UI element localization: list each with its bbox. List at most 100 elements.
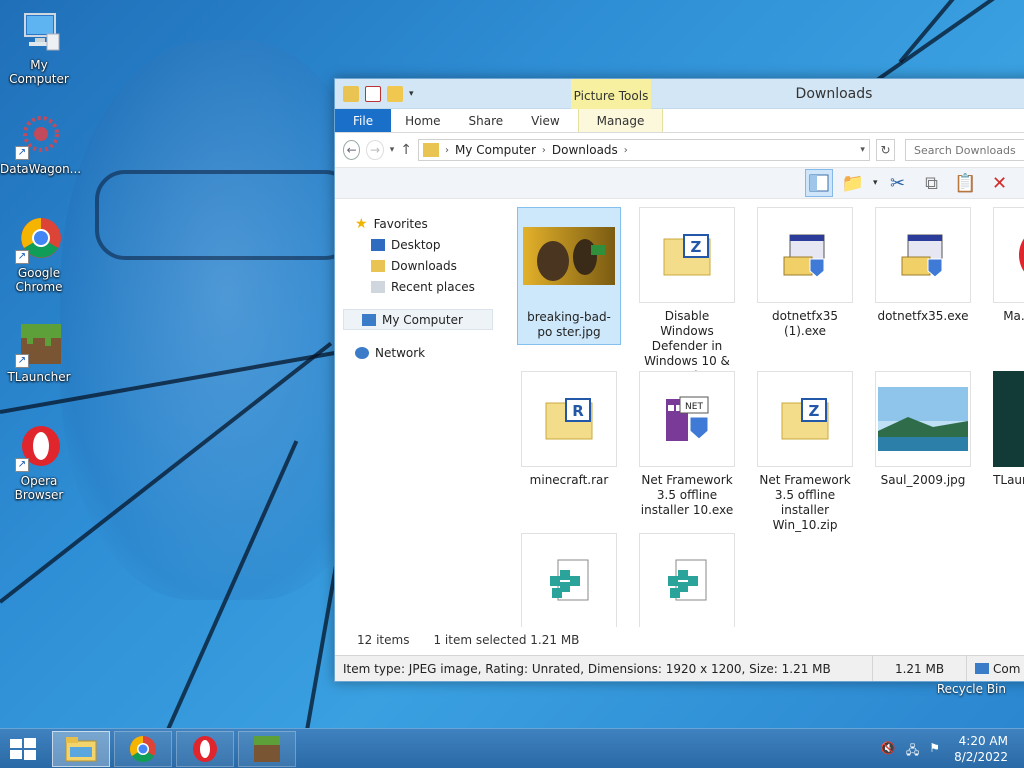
tab-view[interactable]: View: [517, 109, 573, 132]
copy-icon[interactable]: ⧉: [918, 169, 946, 197]
nav-desktop[interactable]: Desktop: [335, 234, 501, 255]
desktop-icon-label: My Computer: [9, 58, 69, 86]
status-bar-details: Item type: JPEG image, Rating: Unrated, …: [335, 655, 1024, 681]
file-item[interactable]: dotnetfx35 (1).exe: [753, 207, 857, 343]
file-name: dotnetfx35 (1).exe: [772, 309, 838, 338]
desktop-icon-my-computer[interactable]: My Computer: [0, 8, 78, 86]
breadcrumb-downloads[interactable]: Downloads: [552, 143, 618, 157]
file-explorer-icon: [65, 737, 97, 762]
move-to-icon[interactable]: 📁: [839, 169, 867, 197]
file-name: TLaun... nstall...: [993, 473, 1024, 487]
start-button[interactable]: [8, 737, 38, 761]
ribbon-tabs: File Home Share View Manage: [335, 109, 1024, 133]
zip-icon: Z: [639, 207, 735, 303]
breadcrumb-my-computer[interactable]: My Computer: [455, 143, 536, 157]
file-item[interactable]: Z Disable Windows Defender in Windows 10…: [635, 207, 739, 388]
address-row: ← → ▾ ↑ › My Computer › Downloads › ▾ ↻: [335, 133, 1024, 167]
shortcut-arrow-icon: ↗: [15, 354, 29, 368]
file-item[interactable]: T TLaun... nstall...: [989, 371, 1024, 492]
up-arrow-icon[interactable]: ↑: [400, 142, 412, 158]
nav-downloads[interactable]: Downloads: [335, 255, 501, 276]
forward-button[interactable]: →: [366, 140, 384, 160]
content-area: ★ Favorites Desktop Downloads Recent pla…: [335, 201, 1024, 627]
nav-recent-places[interactable]: Recent places: [335, 276, 501, 297]
tlauncher-installer-icon: T: [993, 371, 1024, 467]
network-icon[interactable]: 🖧: [906, 741, 919, 762]
desktop-icon-tlauncher[interactable]: ↗ TLauncher: [0, 320, 78, 384]
search-input[interactable]: [905, 139, 1024, 161]
cut-icon[interactable]: ✂: [884, 169, 912, 197]
tab-home[interactable]: Home: [391, 109, 454, 132]
breadcrumb-separator: ›: [623, 144, 628, 156]
action-center-icon[interactable]: ⚑: [929, 741, 940, 762]
shortcut-arrow-icon: ↗: [15, 250, 29, 264]
selection-summary: 1 item selected 1.21 MB: [433, 633, 580, 647]
tab-manage[interactable]: Manage: [577, 109, 664, 132]
taskbar-opera[interactable]: [176, 731, 234, 767]
file-item[interactable]: [635, 533, 739, 627]
item-details: Item type: JPEG image, Rating: Unrated, …: [335, 656, 873, 681]
computer-icon: [975, 663, 989, 674]
star-icon: ★: [355, 215, 368, 232]
title-bar[interactable]: ▾ Picture Tools Downloads: [335, 79, 1024, 111]
file-item[interactable]: Saul_2009.jpg: [871, 371, 975, 492]
tab-file[interactable]: File: [335, 109, 392, 132]
file-item[interactable]: [517, 533, 621, 627]
address-bar[interactable]: › My Computer › Downloads › ▾: [417, 139, 870, 161]
nav-label: Network: [375, 345, 426, 360]
recycle-bin-label[interactable]: Recycle Bin: [937, 682, 1006, 696]
desktop-icon-google-chrome[interactable]: ↗ Google Chrome: [0, 216, 78, 294]
preview-pane-icon[interactable]: [805, 169, 833, 197]
delete-icon[interactable]: ✕: [986, 169, 1014, 197]
recent-locations-chevron-icon[interactable]: ▾: [390, 145, 395, 155]
file-list: breaking-bad-po ster.jpg Z Disable Windo…: [501, 201, 1024, 627]
file-item[interactable]: Ma... T... Li...: [989, 207, 1024, 328]
file-item[interactable]: dotnetfx35.exe: [871, 207, 975, 328]
image-thumbnail: [875, 371, 971, 467]
refresh-button[interactable]: ↻: [875, 139, 895, 161]
nav-label: Recent places: [391, 279, 475, 294]
nav-label: My Computer: [382, 312, 463, 327]
nav-my-computer[interactable]: My Computer: [343, 309, 493, 330]
nav-favorites[interactable]: ★ Favorites: [335, 213, 501, 234]
taskbar-tlauncher[interactable]: [238, 731, 296, 767]
svg-text:R: R: [572, 402, 584, 420]
volume-muted-icon[interactable]: 🔇: [881, 741, 896, 762]
net-installer-icon: NET: [639, 371, 735, 467]
downloads-folder-icon: [371, 259, 385, 272]
taskbar-file-explorer[interactable]: [52, 731, 110, 767]
nav-network[interactable]: Network: [335, 342, 501, 363]
command-toolbar: 📁 ▾ ✂ ⧉ 📋 ✕: [335, 167, 1024, 199]
paste-icon[interactable]: 📋: [952, 169, 980, 197]
shortcut-arrow-icon: ↗: [15, 146, 29, 160]
chrome-icon: [129, 735, 156, 763]
taskbar-chrome[interactable]: [114, 731, 172, 767]
clock[interactable]: 4:20 AM 8/2/2022: [954, 733, 1008, 765]
nav-gap: [335, 297, 501, 309]
file-item[interactable]: breaking-bad-po ster.jpg: [517, 207, 621, 345]
nav-label: Favorites: [373, 216, 428, 231]
desktop-icon-opera[interactable]: ↗ Opera Browser: [0, 424, 78, 502]
recent-places-icon: [371, 280, 385, 293]
file-item[interactable]: R minecraft.rar: [517, 371, 621, 492]
computer-icon: [362, 313, 376, 326]
opera-installer-icon: [993, 207, 1024, 303]
clock-date: 8/2/2022: [954, 750, 1008, 764]
image-thumbnail: [521, 208, 617, 304]
file-item[interactable]: Z Net Framework 3.5 offline installer Wi…: [753, 371, 857, 537]
desktop-icon-datawagon[interactable]: ↗ DataWagon...: [0, 112, 81, 176]
file-name: breaking-bad-po ster.jpg: [527, 310, 611, 339]
back-button[interactable]: ←: [343, 140, 361, 160]
status-bar-summary: 12 items 1 item selected 1.21 MB: [335, 627, 1024, 653]
grass-block-icon: ↗: [15, 320, 63, 368]
nav-label: Desktop: [391, 237, 441, 252]
nav-label: Downloads: [391, 258, 457, 273]
breadcrumb-separator: ›: [541, 144, 546, 156]
item-count: 12 items: [357, 633, 410, 647]
installer-icon: [757, 207, 853, 303]
address-dropdown-icon[interactable]: ▾: [860, 145, 865, 155]
chevron-down-icon[interactable]: ▾: [873, 178, 878, 188]
file-item[interactable]: NET Net Framework 3.5 offline installer …: [635, 371, 739, 522]
tab-share[interactable]: Share: [455, 109, 518, 132]
explorer-window[interactable]: ▾ Picture Tools Downloads File Home Shar…: [334, 78, 1024, 682]
